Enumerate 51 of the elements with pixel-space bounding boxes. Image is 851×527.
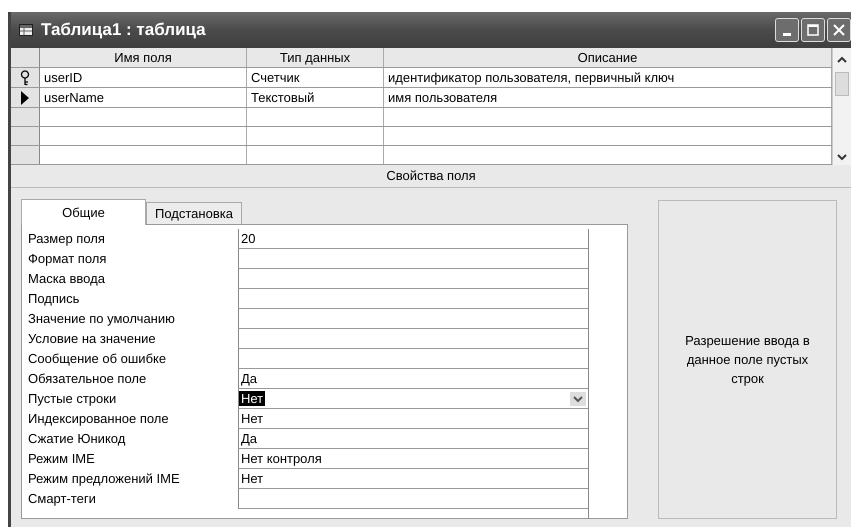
property-field[interactable] [238,249,588,269]
property-label: Маска ввода [27,270,106,288]
property-field[interactable] [238,349,588,369]
property-label: Размер поля [27,230,106,248]
vertical-scrollbar[interactable] [832,48,851,165]
window-title: Таблица1 : таблица [41,20,207,40]
minimize-icon [783,32,791,36]
scroll-thumb[interactable] [835,72,849,96]
property-field[interactable] [238,489,588,509]
help-text: Разрешение ввода в данное поле пустых строк [684,332,811,388]
property-field[interactable]: 20 [238,229,588,249]
property-field[interactable] [238,329,588,349]
property-label: Формат поля [27,250,108,268]
empty-row[interactable] [11,127,832,146]
row-selector[interactable] [11,88,40,107]
property-label: Режим IME [27,450,96,468]
property-label: Обязательное поле [27,370,148,388]
maximize-icon [806,23,820,37]
property-field[interactable]: Да [238,369,588,389]
property-label: Сжатие Юникод [27,430,126,448]
data-type-cell[interactable]: Текстовый [247,88,384,107]
property-field[interactable] [238,269,588,289]
close-icon [832,23,846,37]
property-label: Пустые строки [27,390,118,408]
property-label: Режим предложений IME [27,470,181,488]
column-header: Имя поля [40,48,247,67]
close-button[interactable] [827,18,851,42]
property-label: Индексированное поле [27,410,170,428]
property-field[interactable] [238,309,588,329]
tab[interactable]: Общие [21,199,146,225]
data-type-cell[interactable]: Счетчик [247,68,384,87]
property-label: Смарт-теги [27,490,97,508]
field-name-cell[interactable]: userName [40,88,247,107]
property-field[interactable]: Нет [238,469,588,489]
property-field[interactable]: Нет контроля [238,449,588,469]
row-selector[interactable] [11,68,40,87]
maximize-button[interactable] [801,18,825,42]
table-icon [19,24,33,36]
property-label: Подпись [27,290,80,308]
property-field[interactable]: Да [238,429,588,449]
property-field[interactable] [238,289,588,309]
property-label: Значение по умолчанию [27,310,176,328]
property-field[interactable]: Нет [238,409,588,429]
property-field[interactable]: Нет [238,389,588,409]
tab[interactable]: Подстановка [146,202,242,224]
column-header: Тип данных [247,48,384,67]
property-label: Условие на значение [27,330,157,348]
minimize-button[interactable] [775,18,799,42]
field-name-cell[interactable]: userID [40,68,247,87]
property-label: Сообщение об ошибке [27,350,168,368]
section-title: Свойства поля [11,165,851,188]
